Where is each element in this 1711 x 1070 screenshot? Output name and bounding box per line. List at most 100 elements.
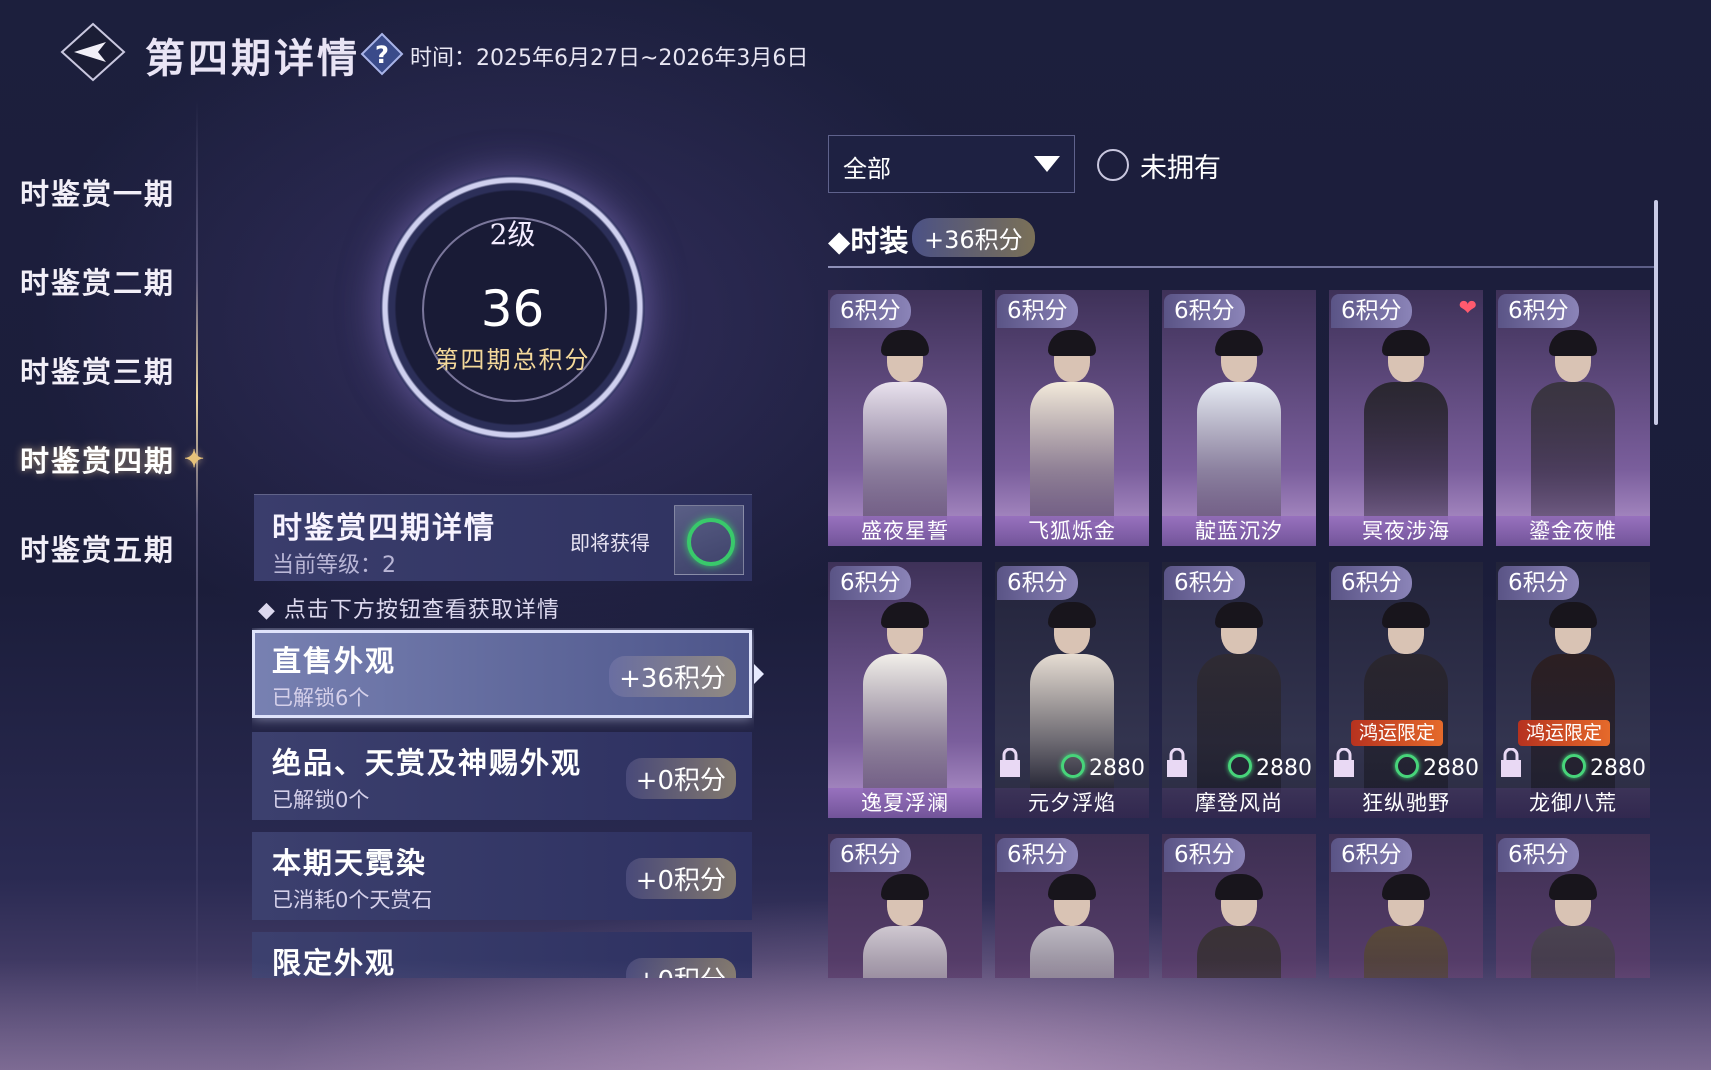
category-direct-sale[interactable]: 直售外观 已解锁6个 +36积分 (252, 630, 752, 718)
back-button[interactable] (60, 22, 126, 82)
outfit-points: 6积分 (1498, 566, 1579, 600)
outfit-figure (1189, 872, 1289, 978)
score-ring: 2级 36 第四期总积分 (380, 175, 645, 440)
active-swirl-icon: ✦ (184, 444, 207, 473)
outfit-body (1197, 382, 1281, 522)
outfit-points: 6积分 (830, 294, 911, 328)
outfit-card[interactable]: 6积分 鎏金夜帷 (1496, 290, 1650, 546)
next-reward-thumbnail[interactable] (674, 505, 744, 575)
outfit-hair (1215, 330, 1263, 356)
help-icon[interactable]: ? (360, 32, 404, 76)
category-dye[interactable]: 本期天霓染 已消耗0个天赏石 +0积分 (252, 832, 752, 920)
nav-item-period-4[interactable]: 时鉴赏四期 ✦ (0, 417, 204, 506)
category-title: 本期天霓染 (272, 846, 428, 880)
svg-text:?: ? (375, 41, 389, 69)
outfit-hair (881, 602, 929, 628)
category-title: 限定外观 (272, 946, 397, 978)
outfit-name: 盛夜星誓 (828, 516, 982, 546)
nav-item-period-1[interactable]: 时鉴赏一期 (0, 150, 200, 239)
outfit-figure (1356, 872, 1456, 978)
category-premium[interactable]: 绝品、天赏及神赐外观 已解锁0个 +0积分 (252, 732, 752, 820)
outfit-card[interactable]: 6积分 2880 元夕浮焰 (995, 562, 1149, 818)
outfit-card[interactable]: 6积分 鸿运限定 2880 龙御八荒 (1496, 562, 1650, 818)
outfit-card[interactable]: 6积分 鸿运限定 2880 狂纵驰野 (1329, 562, 1483, 818)
filter-dropdown[interactable]: 全部 (828, 135, 1075, 193)
outfit-hair (1382, 874, 1430, 900)
period-nav: 时鉴赏一期 时鉴赏二期 时鉴赏三期 时鉴赏四期 ✦ 时鉴赏五期 (0, 150, 204, 595)
outfit-card[interactable]: 6积分飞狐烁金 (995, 290, 1149, 546)
outfit-points: 6积分 (830, 566, 911, 600)
outfit-card[interactable]: 6积分 (828, 834, 982, 978)
outfit-points: 6积分 (1164, 838, 1245, 872)
lock-icon (999, 747, 1021, 778)
jade-currency-icon (1395, 754, 1419, 778)
outfit-body (1030, 926, 1114, 978)
outfit-card[interactable]: 6积分 (1329, 834, 1483, 978)
category-subtitle: 已解锁0个 (272, 788, 370, 812)
outfit-hair (1549, 602, 1597, 628)
nav-item-period-2[interactable]: 时鉴赏二期 (0, 239, 200, 328)
outfit-name: 逸夏浮澜 (828, 788, 982, 818)
outfit-card[interactable]: 6积分 ❤ 冥夜涉海 (1329, 290, 1483, 546)
outfit-points: 6积分 (1331, 838, 1412, 872)
outfit-card[interactable]: 6积分 2880 摩登风尚 (1162, 562, 1316, 818)
outfit-points: 6积分 (1331, 566, 1412, 600)
nav-item-period-5[interactable]: 时鉴赏五期 (0, 506, 200, 595)
outfit-name: 靛蓝沉汐 (1162, 516, 1316, 546)
unowned-radio[interactable] (1097, 149, 1129, 181)
section-title: ◆时装 (828, 224, 909, 258)
outfit-price: 2880 (1395, 754, 1479, 781)
category-title: 直售外观 (272, 644, 397, 678)
outfit-name: 鎏金夜帷 (1496, 516, 1650, 546)
outfit-figure (1022, 872, 1122, 978)
outfit-hair (1215, 874, 1263, 900)
outfit-card[interactable]: 6积分 (1496, 834, 1650, 978)
outfit-body (863, 926, 947, 978)
outfit-figure (855, 328, 955, 522)
tip-text: ◆ 点击下方按钮查看获取详情 (258, 598, 560, 623)
outfit-points: 6积分 (997, 566, 1078, 600)
outfit-card[interactable]: 6积分 (995, 834, 1149, 978)
outfit-points: 6积分 (1164, 294, 1245, 328)
lock-icon (1166, 747, 1188, 778)
nav-item-period-3[interactable]: 时鉴赏三期 (0, 328, 200, 417)
outfit-price: 2880 (1562, 754, 1646, 781)
outfit-card[interactable]: 6积分 (1162, 834, 1316, 978)
outfit-body (863, 382, 947, 522)
outfit-points: 6积分 (1164, 566, 1245, 600)
page-title: 第四期详情 (145, 35, 360, 82)
chevron-down-icon (1034, 156, 1060, 172)
category-list: 直售外观 已解锁6个 +36积分 绝品、天赏及神赐外观 已解锁0个 +0积分 本… (252, 628, 754, 978)
category-subtitle: 已消耗0个天赏石 (272, 888, 433, 912)
unowned-label[interactable]: 未拥有 (1140, 146, 1221, 185)
outfit-body (863, 654, 947, 794)
lock-icon (1500, 747, 1522, 778)
outfit-card[interactable]: 6积分靛蓝沉汐 (1162, 290, 1316, 546)
outfit-points: 6积分 (997, 294, 1078, 328)
category-limited[interactable]: 限定外观 +0积分 (252, 932, 752, 978)
outfit-hair (1048, 330, 1096, 356)
outfit-card[interactable]: 6积分逸夏浮澜 (828, 562, 982, 818)
heart-icon[interactable]: ❤ (1459, 296, 1477, 321)
outfit-figure (855, 872, 955, 978)
period-detail-card[interactable]: 时鉴赏四期详情 当前等级：2 即将获得 (254, 494, 752, 581)
outfit-name: 飞狐烁金 (995, 516, 1149, 546)
outfit-name: 冥夜涉海 (1329, 516, 1483, 546)
outfit-points: 6积分 (1331, 294, 1412, 328)
current-level: 当前等级：2 (272, 553, 396, 578)
outfit-figure (1022, 328, 1122, 522)
coming-soon-label: 即将获得 (570, 531, 650, 555)
outfit-card[interactable]: 6积分盛夜星誓 (828, 290, 982, 546)
outfit-hair (881, 330, 929, 356)
jade-ring-icon (687, 518, 735, 566)
category-points: +0积分 (625, 958, 736, 978)
outfit-body (1197, 926, 1281, 978)
outfit-points: 6积分 (830, 838, 911, 872)
outfit-figure (1523, 328, 1623, 522)
category-points: +0积分 (625, 858, 736, 899)
outfit-hair (1215, 602, 1263, 628)
outfit-hair (1549, 330, 1597, 356)
outfit-name: 元夕浮焰 (995, 788, 1149, 818)
outfit-points: 6积分 (997, 838, 1078, 872)
category-title: 绝品、天赏及神赐外观 (272, 746, 583, 780)
